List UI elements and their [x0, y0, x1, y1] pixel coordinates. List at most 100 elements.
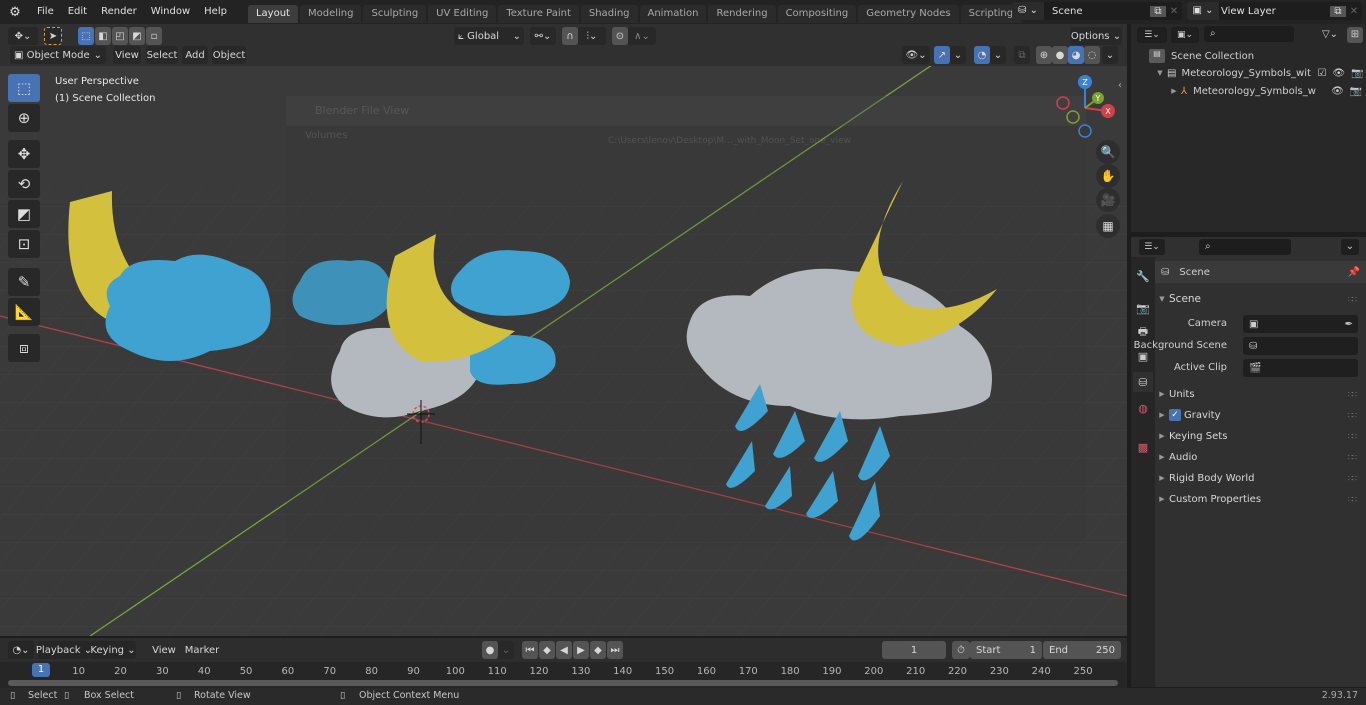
- delete-scene-icon[interactable]: ✕: [1166, 6, 1182, 17]
- playhead[interactable]: 1: [32, 663, 50, 677]
- drag-handle-icon[interactable]: ∷∷: [1348, 411, 1357, 420]
- scale-tool[interactable]: ◩: [8, 200, 40, 228]
- overlays-dropdown[interactable]: ⌄: [990, 46, 1006, 64]
- blender-logo-icon[interactable]: ⚙: [0, 5, 30, 20]
- gizmo-dropdown[interactable]: ⌄: [950, 46, 966, 64]
- transform-tool[interactable]: ⊡: [8, 230, 40, 258]
- properties-search-input[interactable]: ⌕: [1199, 239, 1291, 255]
- auto-keying-toggle[interactable]: ●: [482, 641, 498, 659]
- outliner-display-mode[interactable]: ☰⌄: [1137, 27, 1167, 43]
- drag-handle-icon[interactable]: ∷∷: [1348, 295, 1357, 304]
- custom-properties-panel[interactable]: ▶ Custom Properties ∷∷: [1155, 489, 1360, 509]
- play-button[interactable]: ▶: [573, 641, 589, 659]
- rotate-tool[interactable]: ⟲: [8, 170, 40, 198]
- menu-help[interactable]: Help: [197, 0, 234, 24]
- measure-tool[interactable]: 📐: [8, 298, 40, 326]
- pan-view-button[interactable]: ✋: [1096, 164, 1120, 188]
- delete-view-layer-icon[interactable]: ✕: [1346, 6, 1362, 17]
- outliner-root[interactable]: ▤ Scene Collection: [1131, 46, 1366, 66]
- render-camera-icon[interactable]: 📷: [1351, 68, 1363, 79]
- units-panel[interactable]: ▶ Units ∷∷: [1155, 384, 1360, 404]
- annotate-tool[interactable]: ✎: [8, 268, 40, 296]
- outliner-view-layer-dropdown[interactable]: ▣⌄: [1171, 27, 1199, 43]
- proportional-edit-toggle[interactable]: ⊙: [612, 27, 628, 45]
- next-keyframe-button[interactable]: ◆: [590, 641, 606, 659]
- render-properties-tab[interactable]: 📷: [1133, 298, 1153, 318]
- keying-dropdown[interactable]: Keying ⌄: [90, 641, 136, 659]
- gizmo-toggle[interactable]: ↗: [934, 46, 950, 64]
- tab-rendering[interactable]: Rendering: [708, 5, 776, 23]
- marker-menu[interactable]: Marker: [184, 641, 220, 659]
- view-layer-name-field[interactable]: View Layer: [1219, 6, 1330, 17]
- tab-texture-paint[interactable]: Texture Paint: [498, 5, 579, 23]
- timeline-scrollbar[interactable]: [8, 680, 1118, 686]
- select-box-tool[interactable]: ⬚: [8, 74, 40, 102]
- end-frame-field[interactable]: End 250: [1043, 641, 1121, 659]
- tab-animation[interactable]: Animation: [639, 5, 707, 23]
- scene-name-field[interactable]: Scene: [1044, 6, 1150, 17]
- object-menu[interactable]: Object: [212, 46, 246, 64]
- tool-properties-tab[interactable]: 🔧: [1133, 266, 1153, 286]
- scene-selector[interactable]: ⛁ ⌄ Scene ⧉ ✕: [1012, 2, 1182, 20]
- select-subtract-mode[interactable]: ◰: [112, 27, 128, 45]
- drag-handle-icon[interactable]: ∷∷: [1348, 495, 1357, 504]
- select-menu[interactable]: Select: [146, 46, 178, 64]
- outliner-item-object[interactable]: ▶ ⅄ Meteorology_Symbols_w 👁 📷: [1131, 82, 1366, 100]
- proportional-falloff-dropdown[interactable]: ∧⌄: [628, 27, 656, 45]
- active-clip-field[interactable]: 🎬: [1243, 359, 1358, 377]
- snap-toggle[interactable]: ∩: [562, 27, 578, 45]
- drag-handle-icon[interactable]: ∷∷: [1348, 390, 1357, 399]
- pivot-point-dropdown[interactable]: ⚯⌄: [530, 27, 556, 45]
- view-layer-selector[interactable]: ▣ ⌄ View Layer ⧉ ✕: [1187, 2, 1362, 20]
- tweak-tool-button[interactable]: ➤: [44, 27, 62, 45]
- rigid-body-world-panel[interactable]: ▶ Rigid Body World ∷∷: [1155, 468, 1360, 488]
- drag-handle-icon[interactable]: ∷∷: [1348, 453, 1357, 462]
- shading-dropdown[interactable]: ⌄: [1102, 46, 1118, 64]
- prev-keyframe-button[interactable]: ◆: [539, 641, 555, 659]
- new-view-layer-icon[interactable]: ⧉: [1330, 5, 1346, 17]
- new-scene-icon[interactable]: ⧉: [1150, 5, 1166, 17]
- background-scene-field[interactable]: ⛁: [1243, 337, 1358, 355]
- select-invert-mode[interactable]: ◩: [129, 27, 145, 45]
- overlays-toggle[interactable]: ◔: [974, 46, 990, 64]
- audio-panel[interactable]: ▶ Audio ∷∷: [1155, 447, 1360, 467]
- shading-material[interactable]: ◕: [1068, 46, 1084, 64]
- editor-type-button[interactable]: ✥⌄: [8, 27, 38, 45]
- menu-render[interactable]: Render: [94, 0, 144, 24]
- drag-handle-icon[interactable]: ∷∷: [1348, 474, 1357, 483]
- tab-layout[interactable]: Layout: [247, 5, 298, 23]
- eye-icon[interactable]: 👁: [1332, 68, 1345, 79]
- shading-rendered[interactable]: ◌: [1084, 46, 1100, 64]
- tab-shading[interactable]: Shading: [580, 5, 638, 23]
- tab-modeling[interactable]: Modeling: [299, 5, 362, 23]
- current-frame-field[interactable]: 1: [882, 641, 946, 659]
- new-collection-button[interactable]: ⊞: [1347, 27, 1363, 43]
- xray-toggle[interactable]: ⧉: [1014, 46, 1030, 64]
- outliner-search-input[interactable]: ⌕: [1204, 26, 1294, 42]
- auto-keying-dropdown[interactable]: ⌄: [498, 641, 514, 659]
- gravity-panel[interactable]: ▶ ✓ Gravity ∷∷: [1155, 405, 1360, 425]
- outliner-filter-dropdown[interactable]: ▽⌄: [1317, 27, 1343, 43]
- select-new-mode[interactable]: ⬚: [78, 27, 94, 45]
- transform-orientation-dropdown[interactable]: ⟀ Global ⌄: [454, 27, 524, 45]
- exclude-checkbox[interactable]: ☑: [1317, 68, 1326, 79]
- outliner-item-collection[interactable]: ▼▤Meteorology_Symbols_with_M☑👁📷: [1131, 64, 1366, 82]
- jump-start-button[interactable]: ⏮: [522, 641, 538, 659]
- select-intersect-mode[interactable]: ▫: [146, 27, 162, 45]
- tab-compositing[interactable]: Compositing: [777, 5, 857, 23]
- jump-end-button[interactable]: ⏭: [607, 641, 623, 659]
- shading-solid[interactable]: ●: [1052, 46, 1068, 64]
- select-extend-mode[interactable]: ◧: [95, 27, 111, 45]
- start-frame-field[interactable]: Start 1: [970, 641, 1042, 659]
- view-layer-properties-tab[interactable]: ▣: [1133, 346, 1153, 366]
- render-camera-icon[interactable]: 📷: [1350, 86, 1362, 97]
- expand-down-icon[interactable]: ▼: [1153, 69, 1167, 77]
- 3d-viewport[interactable]: Z X Y Blender File View Volumes C:\Users…: [0, 66, 1127, 636]
- timeline-editor-type[interactable]: ◔⌄: [8, 641, 34, 659]
- tab-sculpting[interactable]: Sculpting: [363, 5, 427, 23]
- output-properties-tab[interactable]: 🖶: [1133, 322, 1153, 342]
- cursor-tool[interactable]: ⊕: [8, 104, 40, 132]
- mode-dropdown[interactable]: ▣ Object Mode ⌄: [10, 46, 106, 64]
- tab-geometry-nodes[interactable]: Geometry Nodes: [858, 5, 959, 23]
- options-dropdown[interactable]: Options ⌄: [1070, 27, 1122, 45]
